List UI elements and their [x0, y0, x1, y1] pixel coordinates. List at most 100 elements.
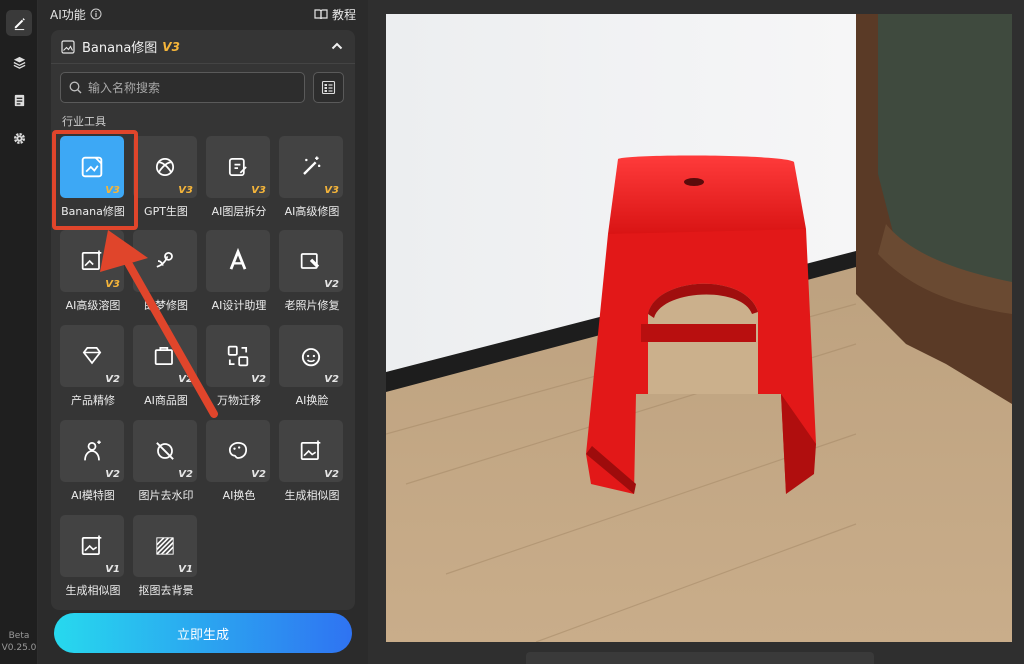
- tool-card-header[interactable]: Banana修图 V3: [51, 30, 355, 64]
- settings-button[interactable]: [6, 125, 32, 151]
- list-view-button[interactable]: [313, 72, 344, 103]
- tool-label: AI图层拆分: [211, 205, 267, 218]
- canvas-toolbar[interactable]: [526, 652, 874, 664]
- tool-label: 抠图去背景: [138, 584, 194, 597]
- tool-tile-5[interactable]: V3 AI高级溶图: [60, 230, 126, 312]
- list-icon: [321, 80, 336, 95]
- tool-tile-box[interactable]: V2: [279, 325, 343, 387]
- tool-tile-box[interactable]: [206, 230, 270, 292]
- tool-tile-14[interactable]: V2 图片去水印: [133, 420, 199, 502]
- history-button[interactable]: [6, 87, 32, 113]
- tool-tile-13[interactable]: V2 AI模特图: [60, 420, 126, 502]
- tool-card-version-badge: V3: [162, 39, 180, 54]
- tool-version-badge: V3: [105, 279, 120, 290]
- palette-icon: [228, 441, 248, 459]
- chevron-up-icon[interactable]: [331, 41, 343, 51]
- similar-image-icon: [81, 535, 102, 556]
- tool-label: 产品精修: [71, 394, 115, 407]
- tool-tile-box[interactable]: V2: [60, 325, 124, 387]
- tool-tile-3[interactable]: V3 AI图层拆分: [206, 136, 272, 218]
- tool-label: AI模特图: [71, 489, 115, 502]
- tool-card-title: Banana修图: [82, 41, 158, 56]
- tool-version-badge: V2: [324, 279, 339, 290]
- edit-tool-button[interactable]: [6, 10, 32, 36]
- tool-tile-16[interactable]: V2 生成相似图: [279, 420, 345, 502]
- gpt-knot-icon: [155, 157, 175, 177]
- tool-version-badge: V1: [178, 564, 193, 575]
- tool-label: AI高级溶图: [65, 299, 121, 312]
- similar-image-icon: [300, 440, 321, 461]
- transfer-icon: [227, 345, 249, 367]
- layer-split-icon: [228, 157, 247, 177]
- tutorial-label: 教程: [331, 7, 356, 22]
- remove-background-icon: [156, 537, 174, 555]
- tool-label: 生成相似图: [284, 489, 340, 502]
- tool-tile-box[interactable]: V2: [133, 420, 197, 482]
- tool-tile-box[interactable]: V2: [279, 420, 343, 482]
- tool-tile-box[interactable]: V3: [133, 136, 197, 198]
- tool-tile-4[interactable]: V3 AI高级修图: [279, 136, 345, 218]
- panel-title: AI功能: [50, 7, 86, 22]
- photo-repair-icon: [300, 253, 320, 269]
- version-beta: Beta: [8, 631, 30, 641]
- search-input[interactable]: [88, 80, 298, 95]
- tool-version-badge: V2: [324, 374, 339, 385]
- tool-version-badge: V1: [105, 564, 120, 575]
- tool-label: AI商品图: [144, 394, 188, 407]
- tool-tile-box[interactable]: V2: [133, 325, 197, 387]
- tool-tile-box[interactable]: V1: [133, 515, 197, 577]
- tool-label: AI换色: [222, 489, 256, 502]
- tool-tile-box[interactable]: V1: [60, 515, 124, 577]
- tool-version-badge: V2: [178, 374, 193, 385]
- tool-tile-18[interactable]: V1 抠图去背景: [133, 515, 199, 597]
- panel-header: AI功能 教程: [50, 0, 356, 28]
- design-assistant-icon: [229, 247, 247, 270]
- tool-tile-11[interactable]: V2 万物迁移: [206, 325, 272, 407]
- tool-tile-15[interactable]: V2 AI换色: [206, 420, 272, 502]
- tool-card: Banana修图 V3 行业工具 V3Banana修图V3GPT生图V3AI图层…: [51, 30, 355, 610]
- search-field[interactable]: [60, 72, 305, 103]
- version-number: V0.25.0: [1, 643, 37, 653]
- tool-version-badge: V3: [324, 185, 339, 196]
- layers-button[interactable]: [6, 49, 32, 75]
- tool-tile-box[interactable]: V2: [279, 230, 343, 292]
- tool-tile-box[interactable]: V3: [279, 136, 343, 198]
- ai-tools-panel: AI功能 教程 Banana修图 V3 行业工具: [38, 0, 368, 664]
- tool-version-badge: V2: [251, 469, 266, 480]
- remove-watermark-icon: [156, 442, 174, 460]
- tool-label: 万物迁移: [217, 394, 261, 407]
- tool-tile-2[interactable]: V3 GPT生图: [133, 136, 199, 218]
- product-image-icon: [154, 346, 173, 366]
- tool-version-badge: V3: [178, 185, 193, 196]
- tool-tile-6[interactable]: 即梦修图: [133, 230, 199, 312]
- layers-icon: [13, 56, 25, 69]
- tutorial-link[interactable]: 教程: [314, 6, 356, 23]
- tool-tile-7[interactable]: AI设计助理: [206, 230, 272, 312]
- tool-tile-box[interactable]: V3: [60, 230, 124, 292]
- face-swap-icon: [301, 348, 321, 367]
- tool-version-badge: V2: [105, 469, 120, 480]
- tool-tile-box[interactable]: V2: [60, 420, 124, 482]
- tool-tile-17[interactable]: V1 生成相似图: [60, 515, 126, 597]
- tool-tile-box[interactable]: V2: [206, 325, 270, 387]
- tool-version-badge: V2: [324, 469, 339, 480]
- tool-tile-box[interactable]: V3: [206, 136, 270, 198]
- tool-label: AI高级修图: [284, 205, 340, 218]
- tool-tile-10[interactable]: V2 AI商品图: [133, 325, 199, 407]
- app-window: Beta V0.25.0 AI功能 教程 Banana修图 V3 输入名称搜索 …: [0, 0, 1024, 664]
- tool-tile-9[interactable]: V2 产品精修: [60, 325, 126, 407]
- generate-now-button[interactable]: 立即生成: [54, 613, 352, 653]
- tool-tile-8[interactable]: V2 老照片修复: [279, 230, 345, 312]
- tool-tile-box[interactable]: V2: [206, 420, 270, 482]
- photo-canvas[interactable]: [386, 14, 1012, 642]
- document-icon: [14, 94, 24, 106]
- tool-label: AI换脸: [295, 394, 329, 407]
- info-icon[interactable]: [90, 8, 102, 20]
- tool-tile-box[interactable]: [133, 230, 197, 292]
- tool-label: 生成相似图: [65, 584, 121, 597]
- satellite-icon: [156, 251, 173, 268]
- image-icon: [61, 39, 75, 54]
- tool-label: 老照片修复: [284, 299, 340, 312]
- model-icon: [84, 440, 101, 461]
- tool-tile-12[interactable]: V2 AI换脸: [279, 325, 345, 407]
